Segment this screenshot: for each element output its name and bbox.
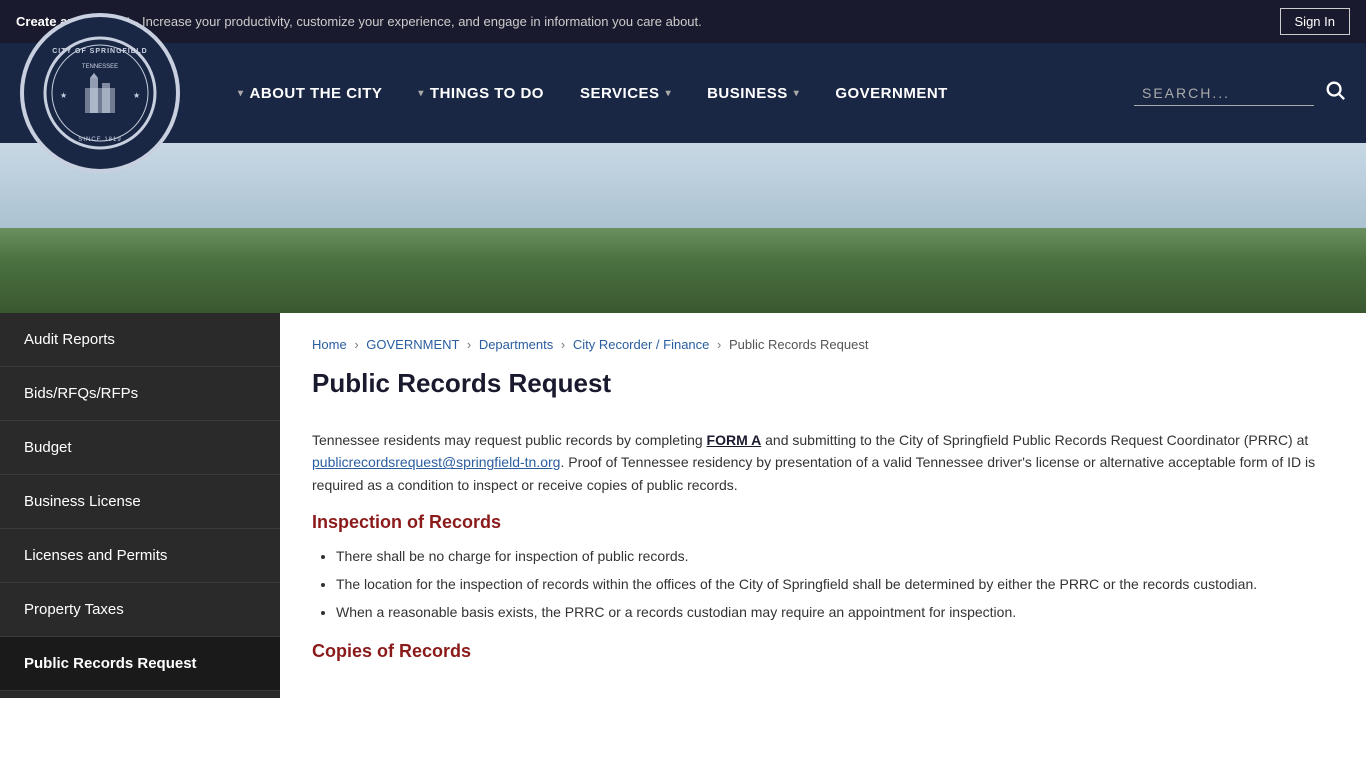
city-seal-icon: CITY OF SPRINGFIELD SINCE 1819 ★ ★ TENNE… bbox=[40, 33, 160, 153]
sidebar-item-licenses-permits[interactable]: Licenses and Permits bbox=[0, 529, 280, 583]
sidebar: Audit Reports Bids/RFQs/RFPs Budget Busi… bbox=[0, 313, 280, 698]
breadcrumb-sep-1: › bbox=[354, 337, 358, 352]
top-banner: Create an Account - Increase your produc… bbox=[0, 0, 1366, 43]
logo-container[interactable]: CITY OF SPRINGFIELD SINCE 1819 ★ ★ TENNE… bbox=[20, 13, 180, 173]
nav-things[interactable]: ▾ THINGS TO DO bbox=[400, 43, 562, 143]
copies-heading: Copies of Records bbox=[312, 641, 1334, 662]
breadcrumb-sep-4: › bbox=[717, 337, 721, 352]
breadcrumb-departments[interactable]: Departments bbox=[479, 337, 553, 352]
breadcrumb-home[interactable]: Home bbox=[312, 337, 347, 352]
nav-government[interactable]: GOVERNMENT bbox=[817, 43, 966, 143]
inspection-item-1: There shall be no charge for inspection … bbox=[336, 545, 1334, 569]
svg-text:★: ★ bbox=[60, 91, 67, 100]
form-a-link[interactable]: FORM A bbox=[707, 432, 762, 448]
banner-description: - Increase your productivity, customize … bbox=[134, 14, 702, 29]
sidebar-item-public-records[interactable]: Public Records Request bbox=[0, 637, 280, 691]
breadcrumb-sep-2: › bbox=[467, 337, 471, 352]
inspection-heading: Inspection of Records bbox=[312, 512, 1334, 533]
nav-services[interactable]: SERVICES ▾ bbox=[562, 43, 689, 143]
things-chevron-icon: ▾ bbox=[418, 88, 424, 99]
business-chevron-icon: ▾ bbox=[794, 88, 800, 99]
sidebar-item-bids[interactable]: Bids/RFQs/RFPs bbox=[0, 367, 280, 421]
breadcrumb-sep-3: › bbox=[561, 337, 565, 352]
landscape-layer bbox=[0, 143, 1366, 313]
breadcrumb-current: Public Records Request bbox=[729, 337, 868, 352]
sidebar-item-audit-reports[interactable]: Audit Reports bbox=[0, 313, 280, 367]
intro-paragraph: Tennessee residents may request public r… bbox=[312, 429, 1334, 496]
inspection-list: There shall be no charge for inspection … bbox=[312, 545, 1334, 624]
search-area bbox=[1134, 79, 1346, 107]
page-title: Public Records Request bbox=[312, 368, 1334, 409]
svg-text:★: ★ bbox=[133, 91, 140, 100]
search-input[interactable] bbox=[1134, 81, 1314, 106]
breadcrumb: Home › GOVERNMENT › Departments › City R… bbox=[312, 337, 1334, 352]
hero-image bbox=[0, 143, 1366, 313]
svg-text:SINCE 1819: SINCE 1819 bbox=[78, 137, 121, 143]
nav-business[interactable]: BUSINESS ▾ bbox=[689, 43, 817, 143]
nav-about[interactable]: ▾ ABOUT THE CITY bbox=[220, 43, 400, 143]
about-chevron-icon: ▾ bbox=[238, 88, 244, 99]
search-button[interactable] bbox=[1324, 79, 1346, 107]
sidebar-item-budget[interactable]: Budget bbox=[0, 421, 280, 475]
header: CITY OF SPRINGFIELD SINCE 1819 ★ ★ TENNE… bbox=[0, 43, 1366, 143]
inspection-item-2: The location for the inspection of recor… bbox=[336, 573, 1334, 597]
inspection-item-3: When a reasonable basis exists, the PRRC… bbox=[336, 601, 1334, 625]
search-icon bbox=[1324, 79, 1346, 101]
services-chevron-icon: ▾ bbox=[666, 88, 672, 99]
breadcrumb-government[interactable]: GOVERNMENT bbox=[366, 337, 459, 352]
main-nav: ▾ ABOUT THE CITY ▾ THINGS TO DO SERVICES… bbox=[220, 43, 1346, 143]
breadcrumb-recorder-finance[interactable]: City Recorder / Finance bbox=[573, 337, 710, 352]
sidebar-item-business-license[interactable]: Business License bbox=[0, 475, 280, 529]
logo-circle: CITY OF SPRINGFIELD SINCE 1819 ★ ★ TENNE… bbox=[20, 13, 180, 173]
email-link[interactable]: publicrecordsrequest@springfield-tn.org bbox=[312, 454, 560, 470]
content-area: Home › GOVERNMENT › Departments › City R… bbox=[280, 313, 1366, 698]
sidebar-item-property-taxes[interactable]: Property Taxes bbox=[0, 583, 280, 637]
sign-in-button[interactable]: Sign In bbox=[1280, 8, 1350, 35]
main-content: Audit Reports Bids/RFQs/RFPs Budget Busi… bbox=[0, 313, 1366, 698]
svg-text:TENNESSEE: TENNESSEE bbox=[82, 64, 118, 70]
svg-text:CITY OF SPRINGFIELD: CITY OF SPRINGFIELD bbox=[52, 48, 148, 55]
